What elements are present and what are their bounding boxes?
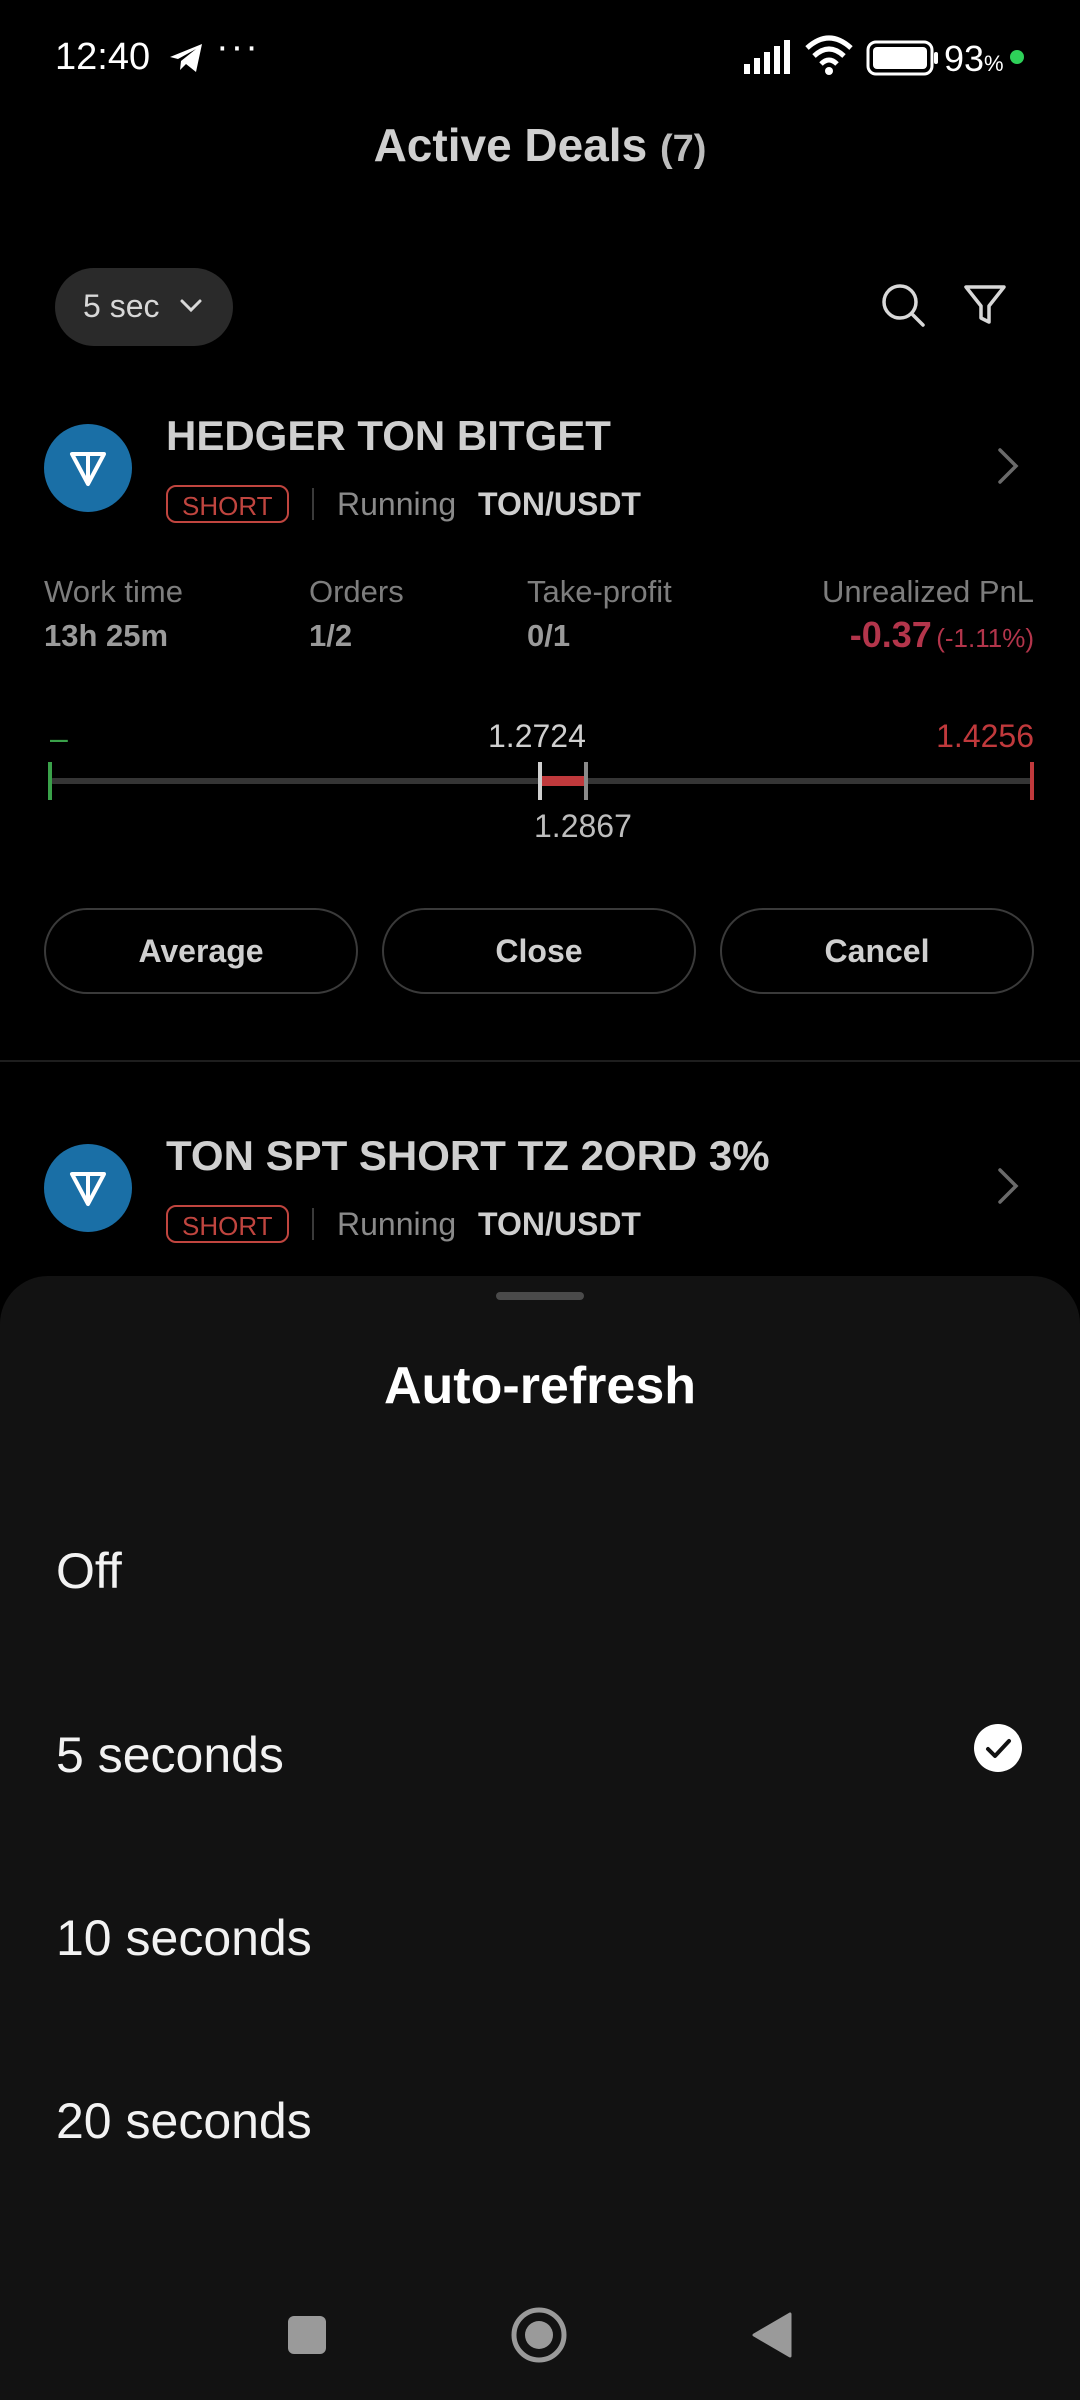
- option-10-seconds[interactable]: 10 seconds: [0, 1873, 1080, 1993]
- option-label: 5 seconds: [56, 1727, 284, 1783]
- deal-status: Running: [337, 486, 457, 522]
- chevron-right-icon[interactable]: [994, 1164, 1024, 1208]
- deal-pair: TON/USDT: [478, 1206, 641, 1242]
- back-button[interactable]: [750, 2310, 794, 2360]
- separator: [312, 1208, 314, 1240]
- deal-title[interactable]: HEDGER TON BITGET: [166, 412, 611, 460]
- pnl-value: -0.37: [849, 614, 932, 655]
- telegram-icon: [170, 44, 202, 72]
- chevron-right-icon[interactable]: [994, 444, 1024, 488]
- work-time-label: Work time: [44, 574, 183, 609]
- deal-status: Running: [337, 1206, 457, 1242]
- current-price-label: 1.2867: [534, 808, 632, 844]
- recents-button[interactable]: [288, 2316, 326, 2354]
- range-start-tick: [48, 762, 52, 800]
- deals-count: (7): [659, 128, 707, 170]
- home-button[interactable]: [510, 2306, 568, 2364]
- ton-coin-icon: [44, 424, 132, 512]
- average-button[interactable]: Average: [44, 908, 358, 994]
- orders-value: 1/2: [309, 618, 353, 653]
- option-label: 10 seconds: [56, 1910, 312, 1966]
- deal-title[interactable]: TON SPT SHORT TZ 2ORD 3%: [166, 1132, 770, 1180]
- battery-icon: [866, 40, 938, 76]
- side-badge: SHORT: [166, 485, 289, 523]
- take-profit-value: 0/1: [527, 618, 571, 653]
- wifi-icon: [805, 35, 853, 75]
- separator: [312, 488, 314, 520]
- entry-price-label: 1.2724: [488, 718, 586, 754]
- sheet-title: Auto-refresh: [383, 1357, 697, 1415]
- price-range-fill: [540, 776, 586, 786]
- ton-coin-icon: [44, 1144, 132, 1232]
- entry-tick: [538, 762, 542, 800]
- status-time: 12:40: [55, 36, 151, 78]
- orders-label: Orders: [309, 574, 404, 609]
- signal-icon: [744, 40, 790, 74]
- sheet-drag-handle[interactable]: [496, 1292, 584, 1300]
- refresh-interval-label: 5 sec: [83, 288, 160, 324]
- option-label: Off: [56, 1543, 122, 1599]
- option-5-seconds[interactable]: 5 seconds: [0, 1690, 1080, 1810]
- auto-refresh-sheet: [0, 1276, 1080, 2400]
- range-left-label: –: [50, 720, 68, 756]
- option-label: 20 seconds: [56, 2093, 312, 2149]
- current-tick: [584, 762, 588, 800]
- close-button[interactable]: Close: [382, 908, 696, 994]
- pnl-row: -0.37 (-1.11%): [850, 614, 1034, 656]
- pnl-percent: (-1.11%): [936, 623, 1034, 653]
- search-icon[interactable]: [880, 282, 926, 328]
- option-off[interactable]: Off: [0, 1506, 1080, 1626]
- card-divider: [0, 1060, 1080, 1062]
- check-icon: [974, 1724, 1022, 1772]
- page-title-text: Active Deals: [373, 119, 648, 171]
- cancel-button[interactable]: Cancel: [720, 908, 1034, 994]
- privacy-indicator-dot: [1010, 50, 1024, 64]
- take-profit-label: Take-profit: [527, 574, 672, 609]
- filter-icon[interactable]: [962, 282, 1008, 328]
- refresh-interval-button[interactable]: 5 sec: [55, 268, 233, 346]
- range-end-tick: [1030, 762, 1034, 800]
- chevron-down-icon: [180, 299, 202, 313]
- page-title: Active Deals (7): [0, 118, 1080, 172]
- side-badge: SHORT: [166, 1205, 289, 1243]
- stop-price-label: 1.4256: [936, 718, 1034, 754]
- work-time-value: 13h 25m: [44, 618, 169, 653]
- battery-unit: %: [984, 51, 1004, 76]
- option-20-seconds[interactable]: 20 seconds: [0, 2056, 1080, 2176]
- more-notifications-icon: ···: [216, 26, 260, 68]
- pnl-label: Unrealized PnL: [822, 574, 1034, 609]
- deal-pair: TON/USDT: [478, 486, 641, 522]
- battery-percent: 93: [944, 38, 985, 79]
